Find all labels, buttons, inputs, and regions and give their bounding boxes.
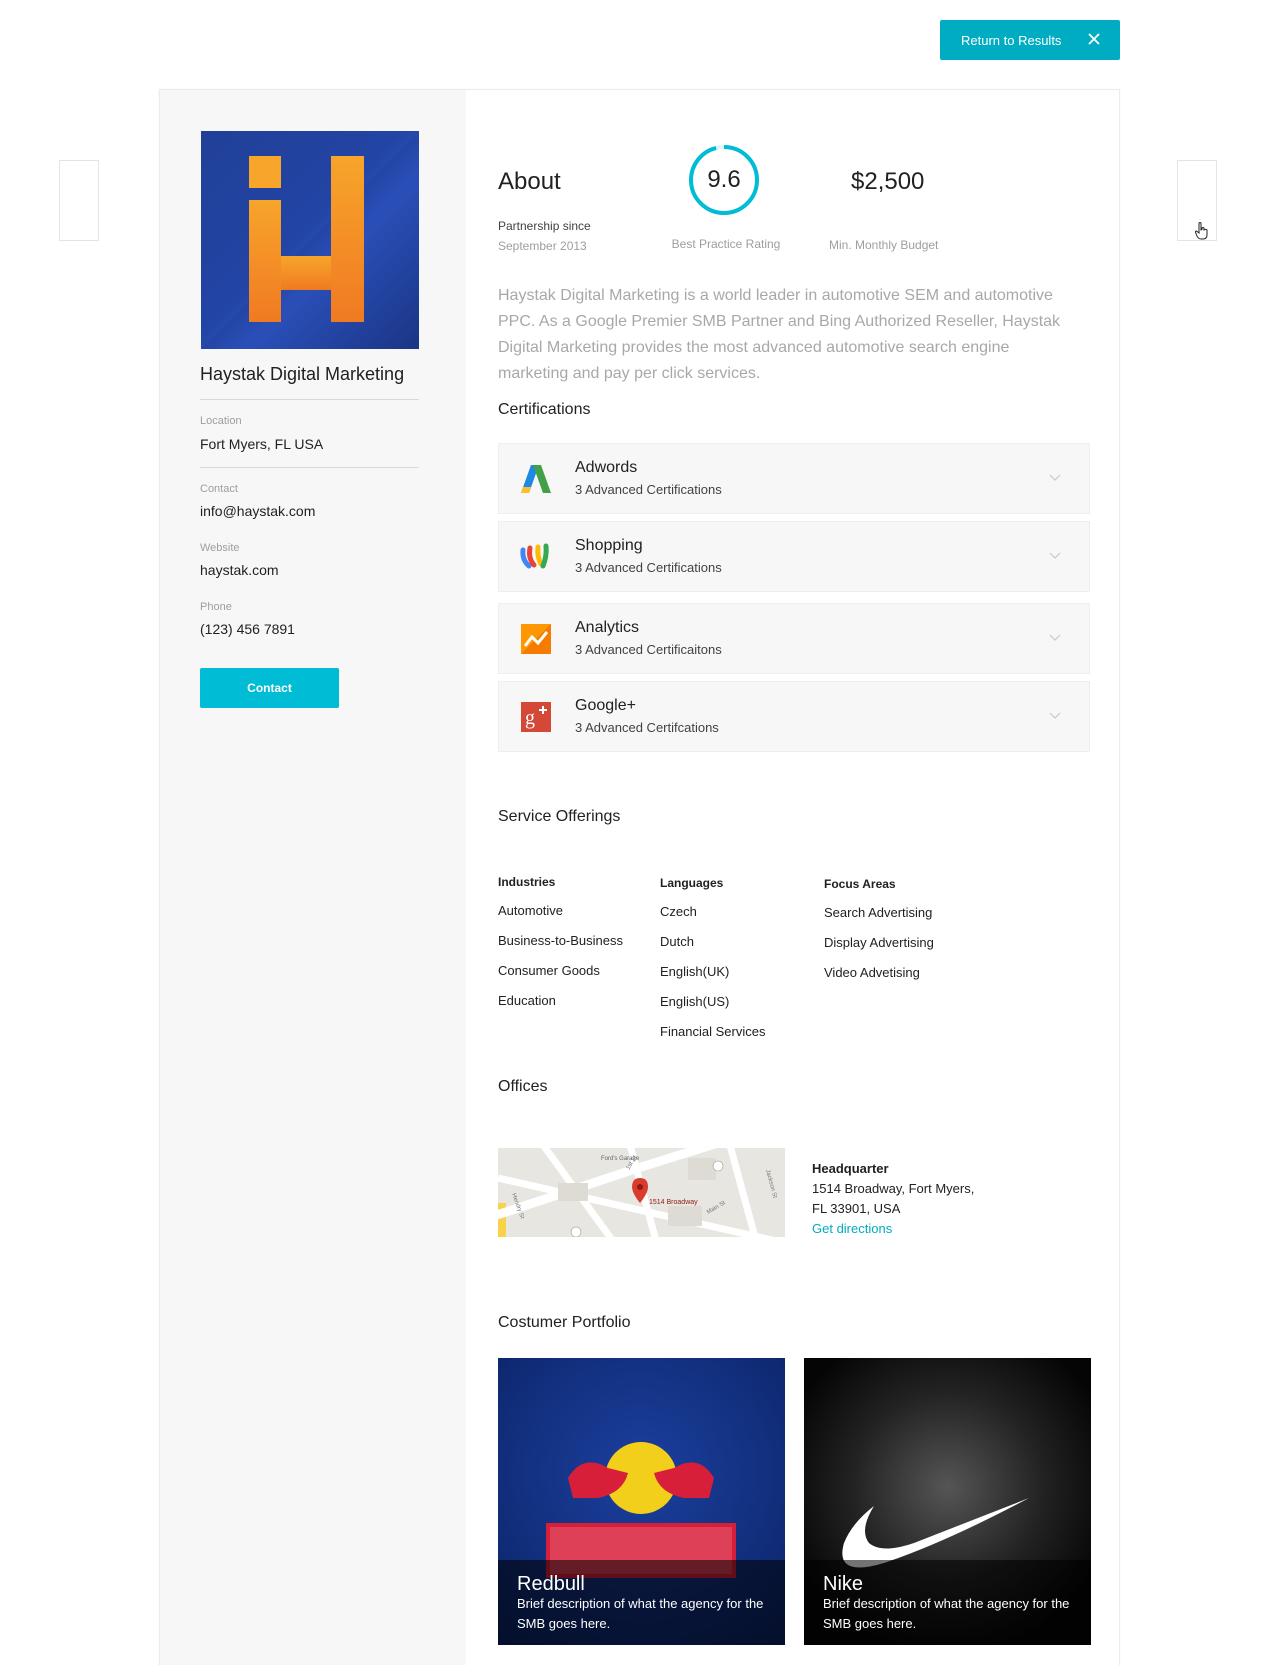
cert-name: Google+ [575,697,636,714]
chevron-down-icon [1049,634,1061,641]
chevron-down-icon [1049,474,1061,481]
list-item: Education [498,993,556,1008]
company-name: Haystak Digital Marketing [200,364,405,384]
service-offerings-title: Service Offerings [498,808,621,825]
budget-value: $2,500 [851,168,925,195]
close-icon [1088,33,1100,45]
cert-name: Adwords [575,459,638,476]
list-item: Video Advetising [824,965,920,980]
hq-title: Headquarter [812,1161,889,1176]
hq-address-line2: FL 33901, USA [812,1201,901,1216]
rating-value: 9.6 [707,166,741,193]
list-item: English(UK) [660,964,730,979]
contact-email-link[interactable]: info@haystak.com [200,503,315,519]
website-link[interactable]: haystak.com [200,562,279,578]
chevron-down-icon [1049,552,1061,559]
budget-label: Min. Monthly Budget [829,238,939,252]
contact-label: Contact [200,483,238,495]
divider [200,399,419,400]
cert-subtitle: 3 Advanced Certifications [575,560,722,575]
cert-subtitle: 3 Advanced Certifcations [575,720,719,735]
office-map[interactable]: 1514 Broadway Ford's Garage 1st St Hendr… [498,1148,785,1237]
partnership-label: Partnership since [498,219,591,233]
portfolio-name: Nike [823,1573,864,1595]
list-item: Dutch [660,934,694,949]
chevron-down-icon [1049,712,1061,719]
list-item: Display Advertising [824,935,934,950]
haystak-logo-mark [201,131,419,349]
profile-sidebar: Haystak Digital Marketing Location Fort … [160,90,466,1665]
cert-item-analytics[interactable]: Analytics 3 Advanced Certificaitons [498,603,1090,674]
focus-areas-column: Focus Areas Search Advertising Display A… [824,877,934,995]
about-description: Haystak Digital Marketing is a world lea… [498,287,1061,382]
svg-text:g: g [525,707,535,729]
cert-name: Analytics [575,619,640,636]
focus-areas-heading: Focus Areas [824,877,896,891]
cert-name: Shopping [575,537,643,554]
profile-main: About Partnership since September 2013 9… [466,90,1121,1665]
map-address-label: 1514 Broadway [649,1199,698,1206]
location-value: Fort Myers, FL USA [200,436,324,452]
rating-label: Best Practice Rating [671,237,781,251]
phone-value: (123) 456 7891 [200,621,295,637]
portfolio-description: Brief description of what the agency for… [823,1596,1070,1631]
list-item: Automotive [498,903,564,918]
previous-agency-button[interactable] [59,160,99,241]
portfolio-description: Brief description of what the agency for… [517,1596,764,1631]
hq-address-line1: 1514 Broadway, Fort Myers, [812,1181,975,1196]
map-graphic: 1514 Broadway Ford's Garage 1st St Hendr… [498,1148,785,1237]
portfolio-card-nike[interactable]: Nike Brief description of what the agenc… [804,1358,1091,1645]
return-to-results-button[interactable]: Return to Results [940,20,1120,60]
contact-button[interactable]: Contact [200,668,339,708]
cert-item-adwords[interactable]: Adwords 3 Advanced Certifications [498,443,1090,514]
adwords-icon [521,465,551,493]
industries-column: Industries Automotive Business-to-Busine… [498,875,623,1023]
portfolio-title: Costumer Portfolio [498,1314,631,1331]
website-label: Website [200,542,240,554]
list-item: Financial Services [660,1024,766,1039]
divider [200,467,419,468]
return-to-results-label: Return to Results [961,32,1062,48]
list-item: Consumer Goods [498,963,600,978]
get-directions-link[interactable]: Get directions [812,1221,892,1236]
shopping-icon [520,543,549,569]
cert-subtitle: 3 Advanced Certificaitons [575,642,722,657]
haystak-logo [201,131,419,349]
portfolio-name: Redbull [517,1573,585,1595]
offices-title: Offices [498,1078,548,1095]
hand-cursor-icon [1194,222,1208,240]
google-plus-icon: g [521,702,551,732]
list-item: Czech [660,904,697,919]
agency-profile-card: Haystak Digital Marketing Location Fort … [159,89,1120,1665]
list-item: Business-to-Business [498,933,623,948]
partnership-value: September 2013 [498,239,587,253]
languages-column: Languages Czech Dutch English(UK) Englis… [660,876,766,1054]
certifications-title: Certifications [498,401,591,418]
analytics-icon [521,624,551,654]
phone-label: Phone [200,601,232,613]
cert-item-shopping[interactable]: Shopping 3 Advanced Certifications [498,521,1090,592]
portfolio-card-redbull[interactable]: Redbull Brief description of what the ag… [498,1358,785,1645]
about-title: About [498,168,561,195]
cert-subtitle: 3 Advanced Certifications [575,482,722,497]
languages-heading: Languages [660,876,724,890]
cert-item-google-plus[interactable]: g Google+ 3 Advanced Certifcations [498,681,1090,752]
list-item: Search Advertising [824,905,933,920]
location-label: Location [200,415,242,427]
industries-heading: Industries [498,875,556,889]
list-item: English(US) [660,994,730,1009]
